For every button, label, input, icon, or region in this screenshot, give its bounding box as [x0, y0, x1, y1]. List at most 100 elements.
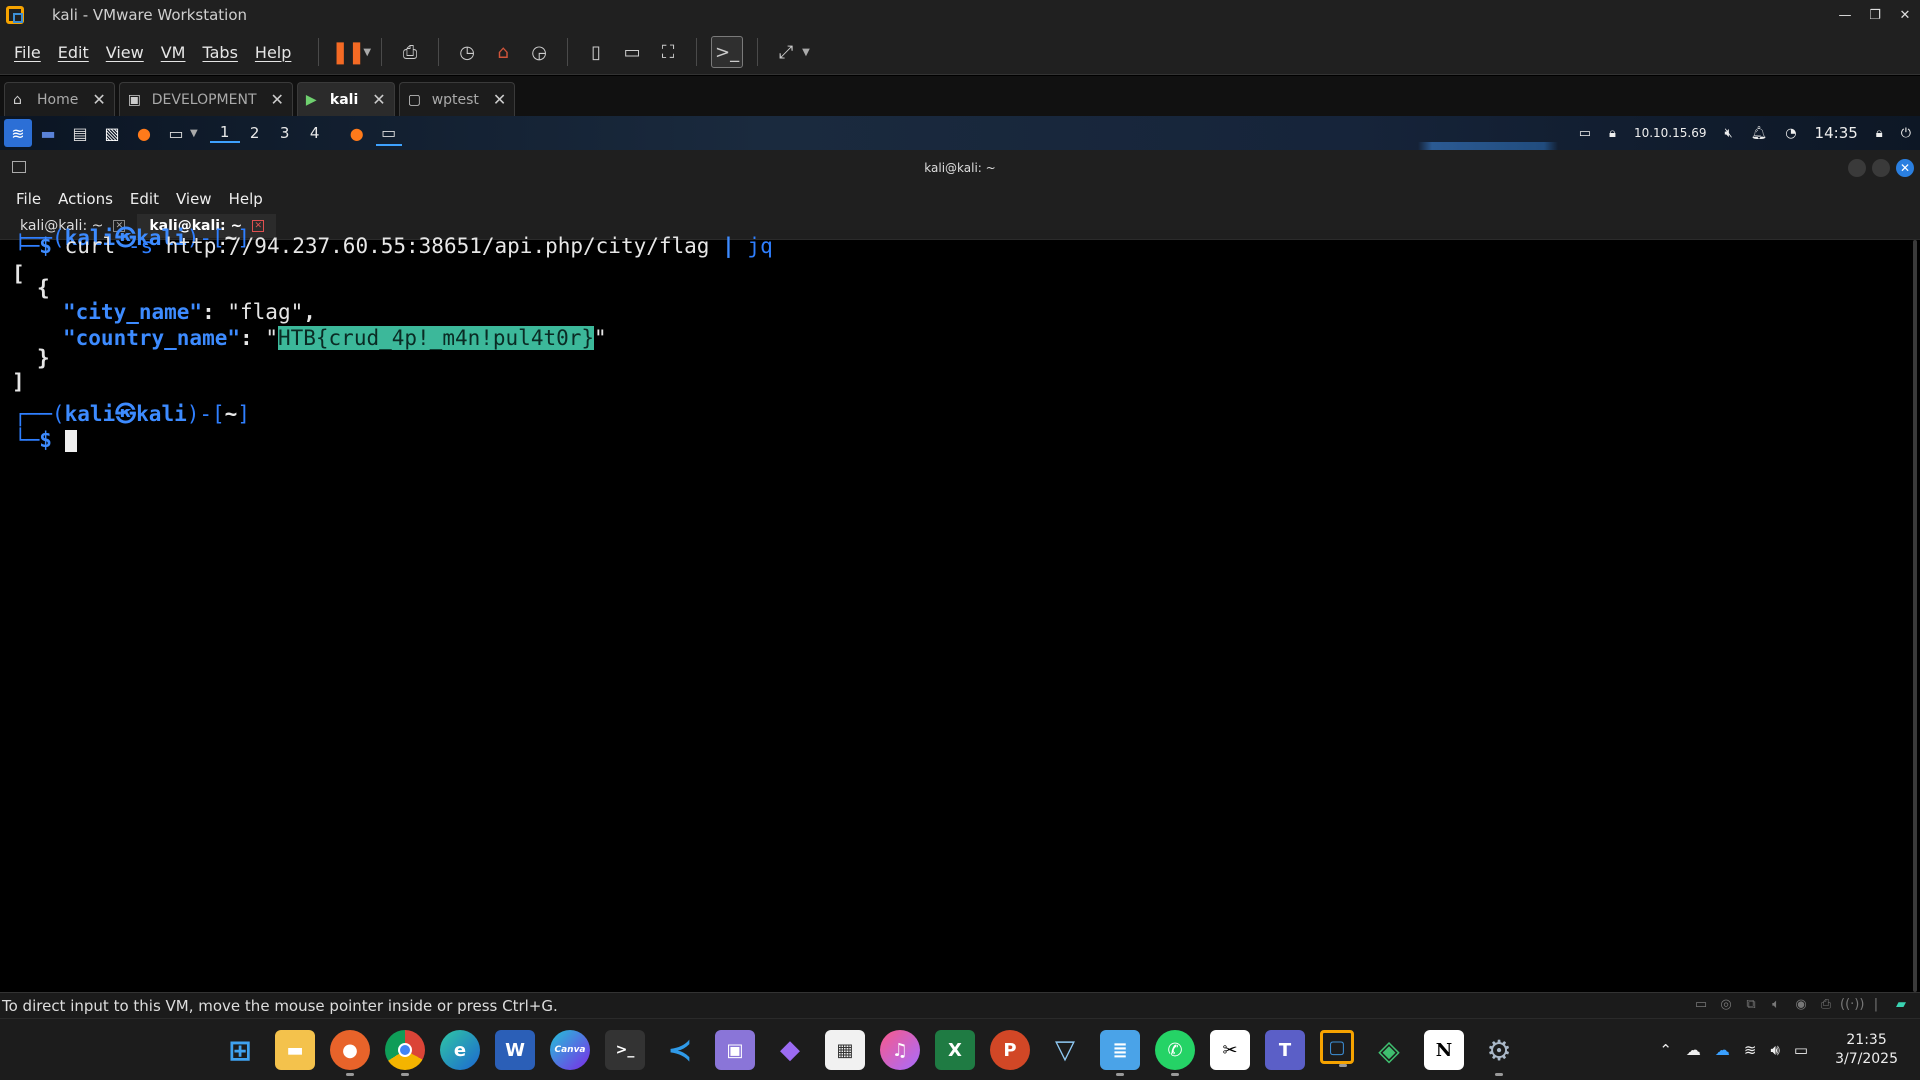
workspace-1[interactable]: 1 — [209, 123, 240, 143]
notification-bell-icon[interactable]: 🔔︎ — [1751, 126, 1768, 141]
snapshot-manager-icon[interactable]: ◶ — [525, 38, 553, 66]
file-explorer-icon[interactable]: ▬ — [275, 1030, 315, 1070]
tab-home[interactable]: ⌂ Home ✕ — [4, 82, 115, 116]
revert-snapshot-icon[interactable]: ⌂ — [489, 38, 517, 66]
excel-icon[interactable]: X — [935, 1030, 975, 1070]
menu-help[interactable]: Help — [255, 43, 291, 62]
tab-wptest[interactable]: ▢ wptest ✕ — [398, 82, 516, 116]
terminal-output[interactable]: ┌──(kali㉿kali)-[~] └─$ curl -s http://94… — [0, 226, 1910, 992]
tab-development[interactable]: ▣ DEVELOPMENT ✕ — [118, 82, 293, 116]
app-purple-icon[interactable]: ▣ — [715, 1030, 755, 1070]
workspace-3[interactable]: 3 — [270, 124, 300, 142]
full-screen-icon[interactable]: ⛶ — [654, 38, 682, 66]
thumbnail-view-icon[interactable]: ▭ — [618, 38, 646, 66]
powerpoint-icon[interactable]: P — [990, 1030, 1030, 1070]
mute-icon[interactable]: 🔇︎ — [1724, 126, 1732, 141]
notes-icon[interactable]: ▰ — [1890, 997, 1912, 1015]
onedrive-icon[interactable]: ☁ — [1715, 1041, 1730, 1059]
terminal-window-icon[interactable]: ▭ — [375, 120, 402, 146]
firefox-window-icon[interactable]: ● — [344, 120, 370, 146]
word-icon[interactable]: W — [495, 1030, 535, 1070]
maximize-icon[interactable] — [1872, 159, 1890, 177]
stretch-icon[interactable]: ⤢ — [772, 38, 800, 66]
show-desktop-icon[interactable]: ▬ — [35, 120, 61, 146]
menu-file[interactable]: File — [14, 43, 41, 62]
minimize-icon[interactable]: — — [1830, 0, 1860, 30]
vmware-icon[interactable]: ▢ — [1320, 1030, 1354, 1067]
display-status-icon[interactable]: ((·)) — [1840, 997, 1864, 1015]
edge-icon[interactable]: e — [440, 1030, 480, 1070]
close-icon[interactable]: ✕ — [92, 90, 105, 109]
firefox-icon[interactable]: ● — [131, 120, 157, 146]
menu-vm[interactable]: VM — [161, 43, 186, 62]
teams-icon[interactable]: T — [1265, 1030, 1305, 1070]
settings-icon[interactable]: ⚙ — [1479, 1030, 1519, 1076]
minimize-icon[interactable] — [1848, 159, 1866, 177]
close-icon[interactable]: ✕ — [252, 219, 265, 232]
library-view-icon[interactable]: ▯ — [582, 38, 610, 66]
workspace-2[interactable]: 2 — [240, 124, 270, 142]
vscode-icon[interactable]: ≺ — [660, 1030, 700, 1070]
firefox-icon[interactable]: ● — [330, 1030, 370, 1076]
chevron-down-icon[interactable]: ▼ — [363, 47, 371, 58]
close-icon[interactable]: ✕ — [493, 90, 506, 109]
close-icon[interactable]: ✕ — [1896, 159, 1914, 177]
notepad-icon[interactable]: ≣ — [1100, 1030, 1140, 1076]
chrome-icon[interactable] — [385, 1030, 425, 1076]
flag-value-selected[interactable]: HTB{crud_4p!_m4n!pul4t0r} — [277, 326, 595, 350]
term-menu-view[interactable]: View — [176, 190, 212, 208]
chevron-down-icon[interactable]: ▼ — [802, 47, 810, 58]
logout-icon[interactable]: ⏻ — [1901, 126, 1911, 141]
console-view-icon[interactable]: >_ — [711, 36, 744, 68]
restore-icon[interactable]: ❐ — [1860, 0, 1890, 30]
chevron-up-icon[interactable]: ⌃ — [1659, 1041, 1672, 1059]
capcut-icon[interactable]: ✂ — [1210, 1030, 1250, 1070]
tab-kali[interactable]: ▶ kali ✕ — [296, 82, 395, 116]
hard-disk-icon[interactable]: ▭ — [1690, 997, 1712, 1015]
notion-icon[interactable]: N — [1424, 1030, 1464, 1070]
menu-edit[interactable]: Edit — [58, 43, 89, 62]
printer-icon[interactable]: ⎙ — [1815, 997, 1837, 1015]
vpn-lock-icon[interactable]: 🔒︎ — [1609, 126, 1616, 141]
pause-icon[interactable]: ❚❚ — [331, 38, 366, 66]
network-adapter-icon[interactable]: ⧉ — [1740, 997, 1762, 1015]
lock-screen-icon[interactable]: 🔒︎ — [1876, 126, 1883, 141]
sound-card-icon[interactable]: 🔈︎ — [1765, 997, 1787, 1015]
close-icon[interactable]: ✕ — [372, 90, 385, 109]
obsidian-icon[interactable]: ◆ — [770, 1030, 810, 1070]
cd-drive-icon[interactable]: ◎ — [1715, 997, 1737, 1015]
windows-start-icon[interactable]: ⊞ — [220, 1030, 260, 1070]
volume-icon[interactable]: 🔊︎ — [1770, 1041, 1779, 1059]
taskbar-clock[interactable]: 21:35 3/7/2025 — [1835, 1031, 1898, 1069]
wifi-icon[interactable]: ≋ — [1744, 1041, 1757, 1059]
terminal-scrollbar[interactable] — [1910, 240, 1920, 992]
workspace-4[interactable]: 4 — [300, 124, 330, 142]
message-log-icon[interactable]: | — [1865, 997, 1887, 1015]
snapshot-icon[interactable]: ◷ — [453, 38, 481, 66]
close-icon[interactable]: ✕ — [1890, 0, 1920, 30]
input-line[interactable]: └─$ — [14, 428, 77, 453]
menu-tabs[interactable]: Tabs — [202, 43, 237, 62]
term-menu-actions[interactable]: Actions — [58, 190, 113, 208]
itunes-icon[interactable]: ♫ — [880, 1030, 920, 1070]
canva-icon[interactable]: Canva — [550, 1030, 590, 1070]
terminal-icon[interactable]: ▭ — [163, 120, 189, 146]
app-green-icon[interactable]: ◈ — [1369, 1030, 1409, 1070]
send-ctrl-alt-del-icon[interactable]: ⎙ — [396, 38, 424, 66]
onedrive-personal-icon[interactable]: ☁ — [1686, 1041, 1701, 1059]
menu-view[interactable]: View — [106, 43, 144, 62]
term-menu-help[interactable]: Help — [229, 190, 263, 208]
display-icon[interactable]: ▭ — [1579, 126, 1591, 141]
battery-icon[interactable]: ▭ — [1794, 1041, 1808, 1059]
file-manager-icon[interactable]: ▤ — [67, 120, 93, 146]
whatsapp-icon[interactable]: ✆ — [1155, 1030, 1195, 1076]
kali-menu-icon[interactable]: ≋ — [4, 119, 32, 147]
protonvpn-icon[interactable]: ▽ — [1045, 1030, 1085, 1070]
close-icon[interactable]: ✕ — [271, 90, 284, 109]
term-menu-file[interactable]: File — [16, 190, 41, 208]
terminal-icon[interactable]: >_ — [605, 1030, 645, 1070]
text-editor-icon[interactable]: ▧ — [99, 120, 125, 146]
ms-store-icon[interactable]: ▦ — [825, 1030, 865, 1070]
usb-icon[interactable]: ◉ — [1790, 997, 1812, 1015]
chevron-down-icon[interactable]: ▼ — [190, 128, 198, 139]
